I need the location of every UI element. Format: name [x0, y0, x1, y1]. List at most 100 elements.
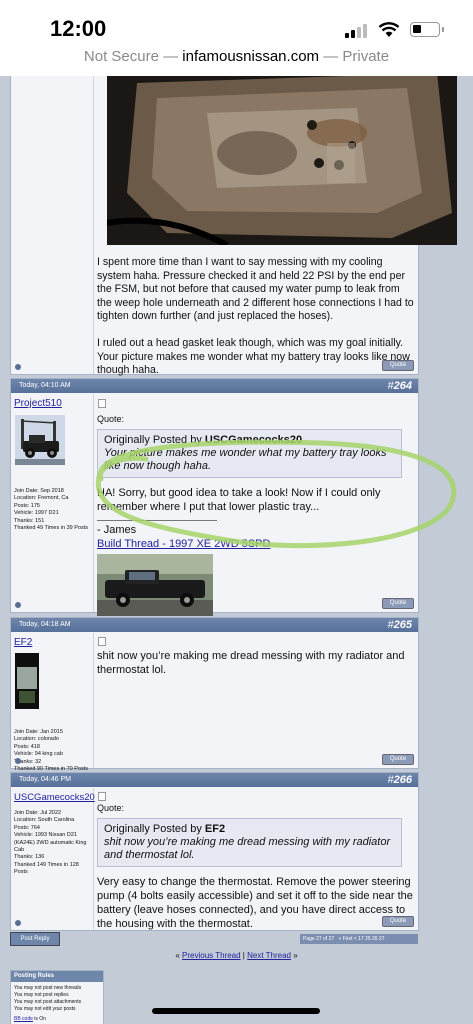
posting-rule: You may not edit your posts	[14, 1006, 76, 1012]
posting-rule: You may not post new threads	[14, 985, 82, 991]
next-thread-link[interactable]: Next Thread	[247, 951, 291, 960]
posting-rule: You may not post replies	[14, 992, 69, 998]
bb-code-link[interactable]: BB code	[14, 1016, 33, 1022]
post-265-message: shit now you’re making me dread messing …	[97, 649, 414, 677]
previous-thread-link[interactable]: Previous Thread	[182, 951, 241, 960]
quote-box: Originally Posted by EF2 shit now you’re…	[97, 818, 402, 867]
post-264: Today, 04:10 AM #264 Project510 Join Dat…	[10, 378, 457, 616]
posting-rules-box: Posting Rules You may not post new threa…	[10, 970, 104, 1024]
user-info-line: Vehicle: 94 king cab	[14, 751, 63, 758]
clock: 12:00	[50, 16, 107, 41]
user-column: USCGamecocks20 Join Date: Jul 2022 Locat…	[11, 788, 95, 930]
post-number-value: 264	[393, 380, 412, 392]
avatar-image	[15, 653, 39, 709]
user-column	[11, 76, 94, 374]
bb-code-status-text: is On	[32, 1016, 46, 1022]
private-label: — Private	[319, 48, 390, 65]
post-number[interactable]: #264	[388, 379, 412, 393]
user-info-line: Location: Fremont, Ca	[14, 495, 69, 502]
battery-tray-image	[107, 76, 457, 245]
nav-right-arrows: »	[290, 951, 298, 960]
nav-left-arrows: «	[175, 951, 183, 960]
user-info: Join Date: Jul 2022 Location: South Caro…	[14, 810, 86, 877]
engine-bay-photo[interactable]	[107, 76, 457, 245]
quote-box: Originally Posted by USCGamecocks20 Your…	[97, 429, 402, 478]
cellular-signal-icon	[345, 24, 367, 38]
quote-author: EF2	[204, 823, 226, 835]
post-icon	[98, 637, 106, 646]
username-link[interactable]: USCGamecocks20	[14, 792, 95, 803]
online-status-icon	[15, 758, 21, 764]
post-263-message: I spent more time than I want to say mes…	[97, 256, 414, 378]
status-bar: 12:00	[0, 0, 473, 48]
post-265: Today, 04:18 AM #265 EF2 Join Date: Jan …	[10, 617, 419, 772]
user-info-line: Thanks: 136	[14, 854, 45, 861]
user-info-line: Join Date: Jan 2015	[14, 729, 63, 735]
post-paragraph: I ruled out a head gasket leak though, w…	[97, 336, 410, 377]
quote-button[interactable]: Quote	[382, 598, 414, 609]
post-reply-button[interactable]: Post Reply	[10, 932, 60, 946]
quote-text: shit now you’re making me dread messing …	[104, 836, 391, 861]
user-info-line: Location: colorado	[14, 736, 59, 743]
pager-links[interactable]: « First < 17 25 26 27	[336, 936, 385, 942]
user-info-line: Thanks: 151	[14, 517, 45, 524]
avatar[interactable]	[15, 653, 39, 709]
signature-divider	[97, 520, 217, 521]
post-263: I spent more time than I want to say mes…	[10, 76, 457, 378]
post-header: Today, 04:46 PM #266	[11, 773, 418, 787]
home-indicator[interactable]	[152, 1008, 320, 1014]
username-link[interactable]: Project510	[14, 398, 62, 409]
post-number[interactable]: #265	[388, 618, 412, 632]
battery-tip	[442, 27, 444, 32]
online-status-icon	[15, 602, 21, 608]
user-info-line: Thanks: 32	[14, 758, 42, 765]
security-label: Not Secure —	[83, 48, 183, 65]
post-header: Today, 04:18 AM #265	[11, 618, 418, 632]
online-status-icon	[15, 364, 21, 370]
signature-truck-photo	[97, 554, 213, 616]
page-of-label: Page 27 of 27	[303, 936, 335, 942]
user-info: Join Date: Jan 2015 Location: colorado P…	[14, 729, 88, 773]
post-icon	[98, 792, 106, 801]
thread-navigation: « Previous Thread | Next Thread »	[0, 951, 473, 960]
user-column: EF2 Join Date: Jan 2015 Location: colora…	[11, 633, 94, 772]
avatar[interactable]	[15, 415, 65, 465]
quote-prefix: Originally Posted by	[104, 823, 205, 835]
quote-button[interactable]: Quote	[382, 754, 414, 765]
quote-button[interactable]: Quote	[382, 360, 414, 371]
post-paragraph: Very easy to change the thermostat. Remo…	[97, 876, 413, 930]
post-number[interactable]: #266	[388, 773, 412, 787]
online-status-icon	[15, 920, 21, 926]
user-info-line: Join Date: Jul 2022	[14, 810, 62, 816]
post-header: Today, 04:10 AM #264	[11, 379, 418, 393]
user-info-line: Location: South Carolina	[14, 817, 75, 824]
user-info-line: Vehicle: 1993 Nissan D21	[14, 832, 77, 839]
user-info-line: Posts: 418	[14, 743, 40, 750]
user-column: Project510 Join Date: Sep 2018 Location:…	[11, 394, 94, 612]
post-icon	[98, 399, 106, 408]
wifi-icon	[378, 22, 400, 37]
post-date: Today, 04:10 AM	[19, 382, 71, 389]
user-info-line: Thanked 49 Times in 39 Posts	[14, 525, 88, 532]
posting-rules-title: Posting Rules	[11, 971, 103, 982]
user-info-line: (KA24E) 2WD automatic King	[14, 839, 87, 846]
address-bar[interactable]: Not Secure — infamousnissan.com — Privat…	[0, 48, 473, 74]
url-host: infamousnissan.com	[182, 48, 320, 65]
battery-icon	[410, 22, 440, 37]
user-info-line: Thanked 149 Times in 128	[14, 861, 79, 868]
user-info-line: Cab	[14, 847, 25, 854]
post-266: Today, 04:46 PM #266 USCGamecocks20 Join…	[10, 772, 419, 931]
username-link[interactable]: EF2	[14, 637, 32, 648]
bb-code-status: BB code is On	[11, 1016, 103, 1023]
build-thread-link[interactable]: Build Thread - 1997 XE 2WD 5SPD	[97, 537, 414, 551]
signature-name: - James	[97, 524, 137, 536]
quote-text: Your picture makes me wonder what my bat…	[104, 447, 387, 472]
quote-label: Quote:	[97, 414, 125, 424]
post-paragraph: shit now you’re making me dread messing …	[97, 650, 405, 676]
user-info-line: Posts: 175	[14, 502, 40, 509]
post-paragraph: I spent more time than I want to say mes…	[97, 256, 414, 323]
post-264-message: Quote: Originally Posted by USCGamecocks…	[97, 412, 414, 616]
quote-button[interactable]: Quote	[382, 916, 414, 927]
thread-page: I spent more time than I want to say mes…	[0, 76, 473, 1024]
post-266-message: Quote: Originally Posted by EF2 shit now…	[97, 801, 414, 931]
